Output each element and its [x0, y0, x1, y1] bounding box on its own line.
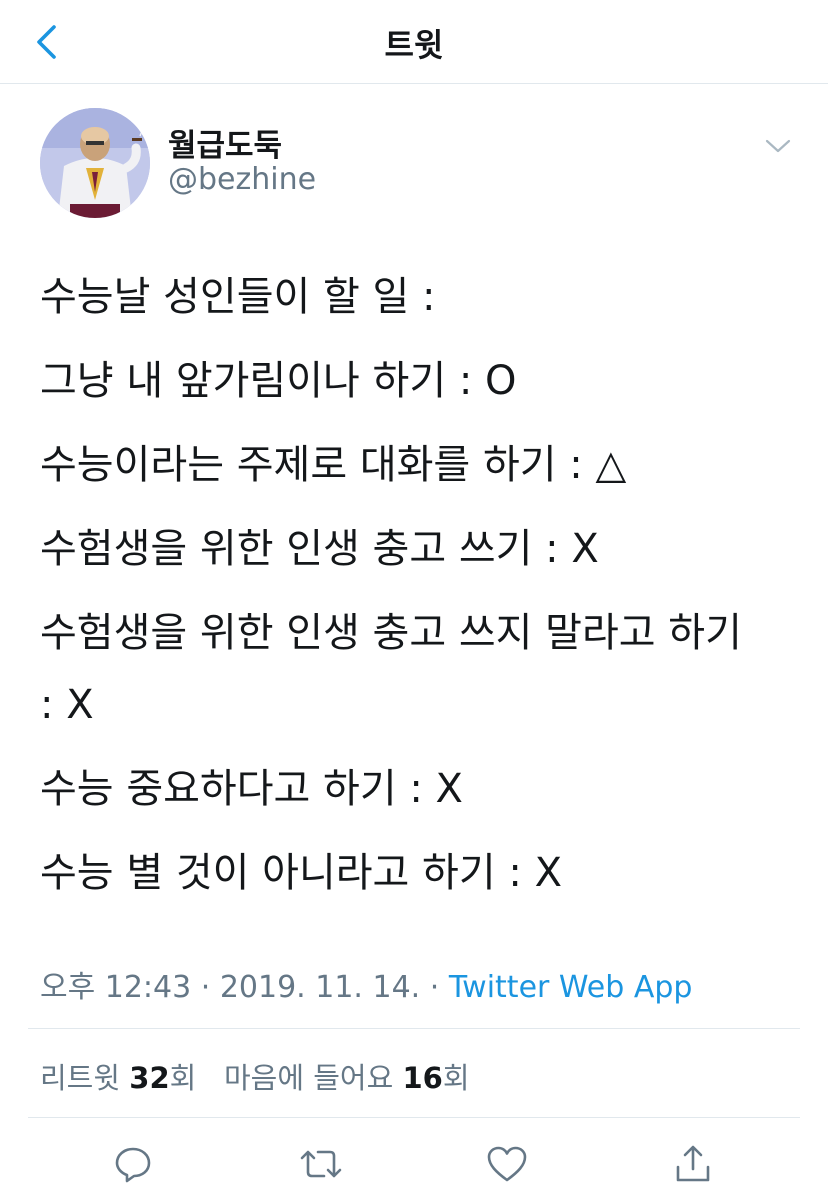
avatar-illustration [40, 108, 150, 218]
tweet-line: 수험생을 위한 인생 충고 쓰지 말라고 하기 : X [40, 610, 742, 728]
like-count: 16 [402, 1061, 443, 1095]
tweet-date: 2019. 11. 14. [219, 970, 421, 1005]
tweet-meta: 오후 12:43 · 2019. 11. 14. · Twitter Web A… [40, 962, 692, 1006]
share-button[interactable] [668, 1139, 718, 1189]
like-button[interactable] [482, 1139, 532, 1189]
meta-separator: · [191, 970, 220, 1005]
meta-separator: · [420, 970, 449, 1005]
chevron-down-icon [765, 139, 791, 153]
navigation-bar: 트윗 [0, 0, 828, 84]
tweet-stats: 리트윗 32회 마음에 들어요 16회 [40, 1055, 470, 1097]
like-stat[interactable]: 마음에 들어요 16회 [224, 1061, 470, 1095]
retweet-icon [300, 1150, 342, 1178]
retweet-count: 32 [129, 1061, 170, 1095]
tweet-line: 수능이라는 주제로 대화를 하기 : △ [40, 442, 627, 488]
display-name[interactable]: 월급도둑 [168, 120, 282, 165]
tweet-line: 수능 별 것이 아니라고 하기 : X [40, 850, 562, 896]
reply-button[interactable] [108, 1139, 158, 1189]
avatar[interactable] [40, 108, 150, 218]
reply-icon [115, 1147, 151, 1183]
tweet-line: 수험생을 위한 인생 충고 쓰기 : X [40, 526, 599, 572]
retweet-label: 리트윗 [40, 1061, 121, 1095]
tweet-menu-button[interactable] [756, 128, 800, 164]
page-title: 트윗 [384, 26, 444, 64]
username-handle[interactable]: @bezhine [168, 162, 316, 197]
retweet-unit: 회 [169, 1061, 197, 1095]
retweet-button[interactable] [296, 1139, 346, 1189]
like-label: 마음에 들어요 [223, 1061, 394, 1095]
heart-icon [487, 1146, 527, 1182]
share-icon [676, 1145, 710, 1182]
tweet-line: 수능 중요하다고 하기 : X [40, 766, 463, 812]
divider [28, 1028, 800, 1029]
tweet-time: 오후 12:43 [40, 970, 192, 1005]
retweet-stat[interactable]: 리트윗 32회 [40, 1061, 196, 1095]
tweet-action-bar [0, 1135, 828, 1191]
tweet-detail-screen: 트윗 월급도둑 @bezhine 수능날 성인들이 할 일: 그냥 내 앞가림… [0, 0, 828, 1204]
tweet-text: 수능날 성인들이 할 일 : 그냥 내 앞가림이나 하기 : O 수능이라는 주… [40, 255, 760, 915]
tweet-line: 그냥 내 앞가림이나 하기 : O [40, 358, 517, 404]
divider [28, 1117, 800, 1118]
like-unit: 회 [442, 1061, 470, 1095]
tweet-source-link[interactable]: Twitter Web App [449, 970, 693, 1005]
tweet-line: 수능날 성인들이 할 일 : [40, 274, 436, 320]
